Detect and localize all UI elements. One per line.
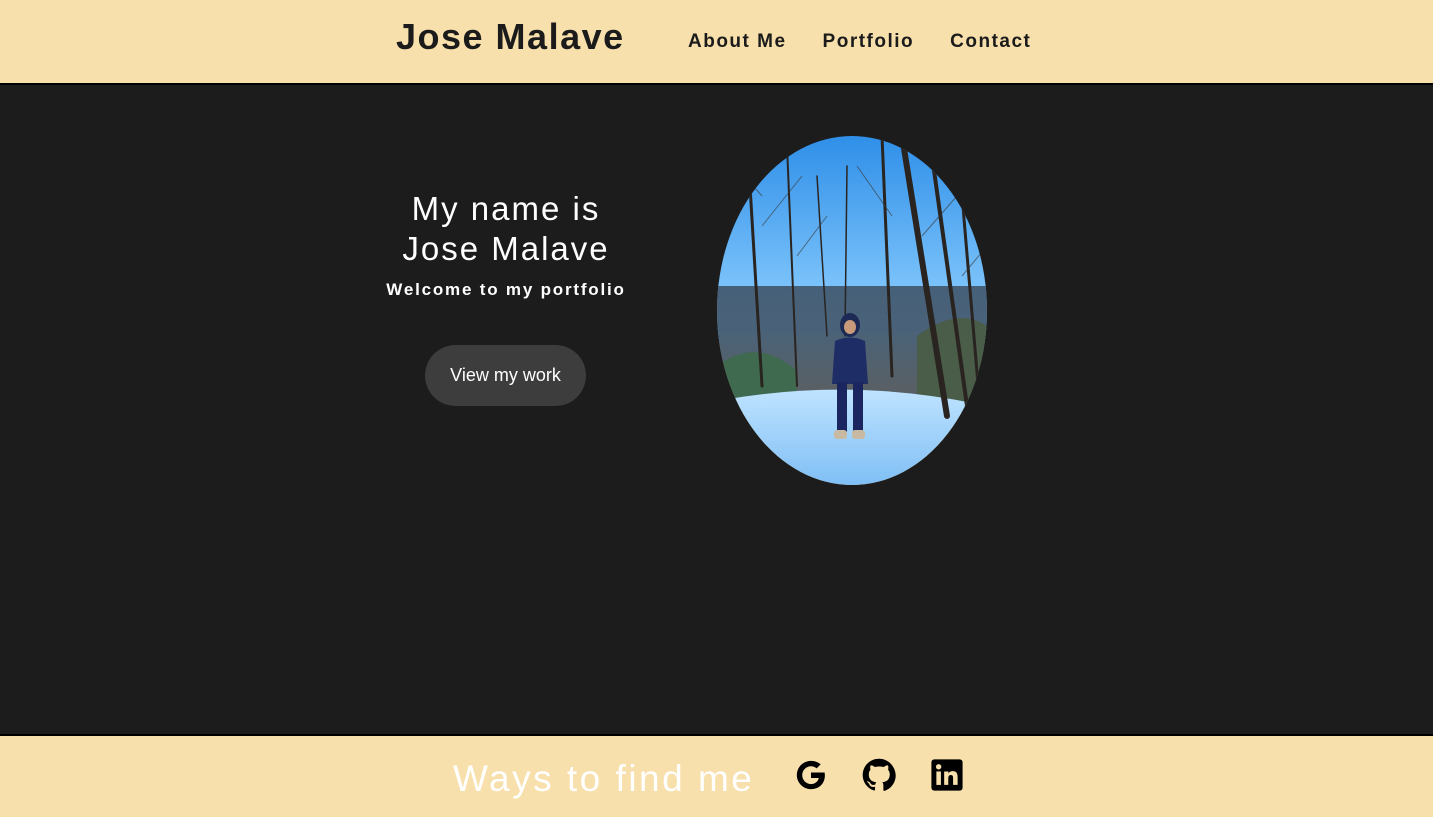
intro-block: My name is Jose Malave Welcome to my por… [386, 189, 626, 406]
profile-photo-illustration [717, 136, 987, 485]
nav-portfolio[interactable]: Portfolio [823, 31, 915, 55]
hero-section: My name is Jose Malave Welcome to my por… [0, 85, 1433, 734]
google-icon[interactable] [794, 758, 828, 792]
main-nav: About Me Portfolio Contact [688, 31, 1031, 55]
brand-name[interactable]: Jose Malave [396, 16, 625, 58]
linkedin-icon[interactable] [930, 758, 964, 792]
hero-subheading: Welcome to my portfolio [386, 280, 626, 299]
hero-heading: My name is Jose Malave [402, 190, 610, 267]
nav-contact[interactable]: Contact [950, 31, 1031, 55]
nav-about-me[interactable]: About Me [688, 31, 787, 55]
profile-photo [717, 136, 987, 485]
view-my-work-button[interactable]: View my work [425, 345, 586, 406]
site-footer: Ways to find me [0, 734, 1433, 817]
github-icon[interactable] [862, 758, 896, 792]
footer-title: Ways to find me [453, 758, 755, 799]
site-header: Jose Malave About Me Portfolio Contact [0, 0, 1433, 85]
